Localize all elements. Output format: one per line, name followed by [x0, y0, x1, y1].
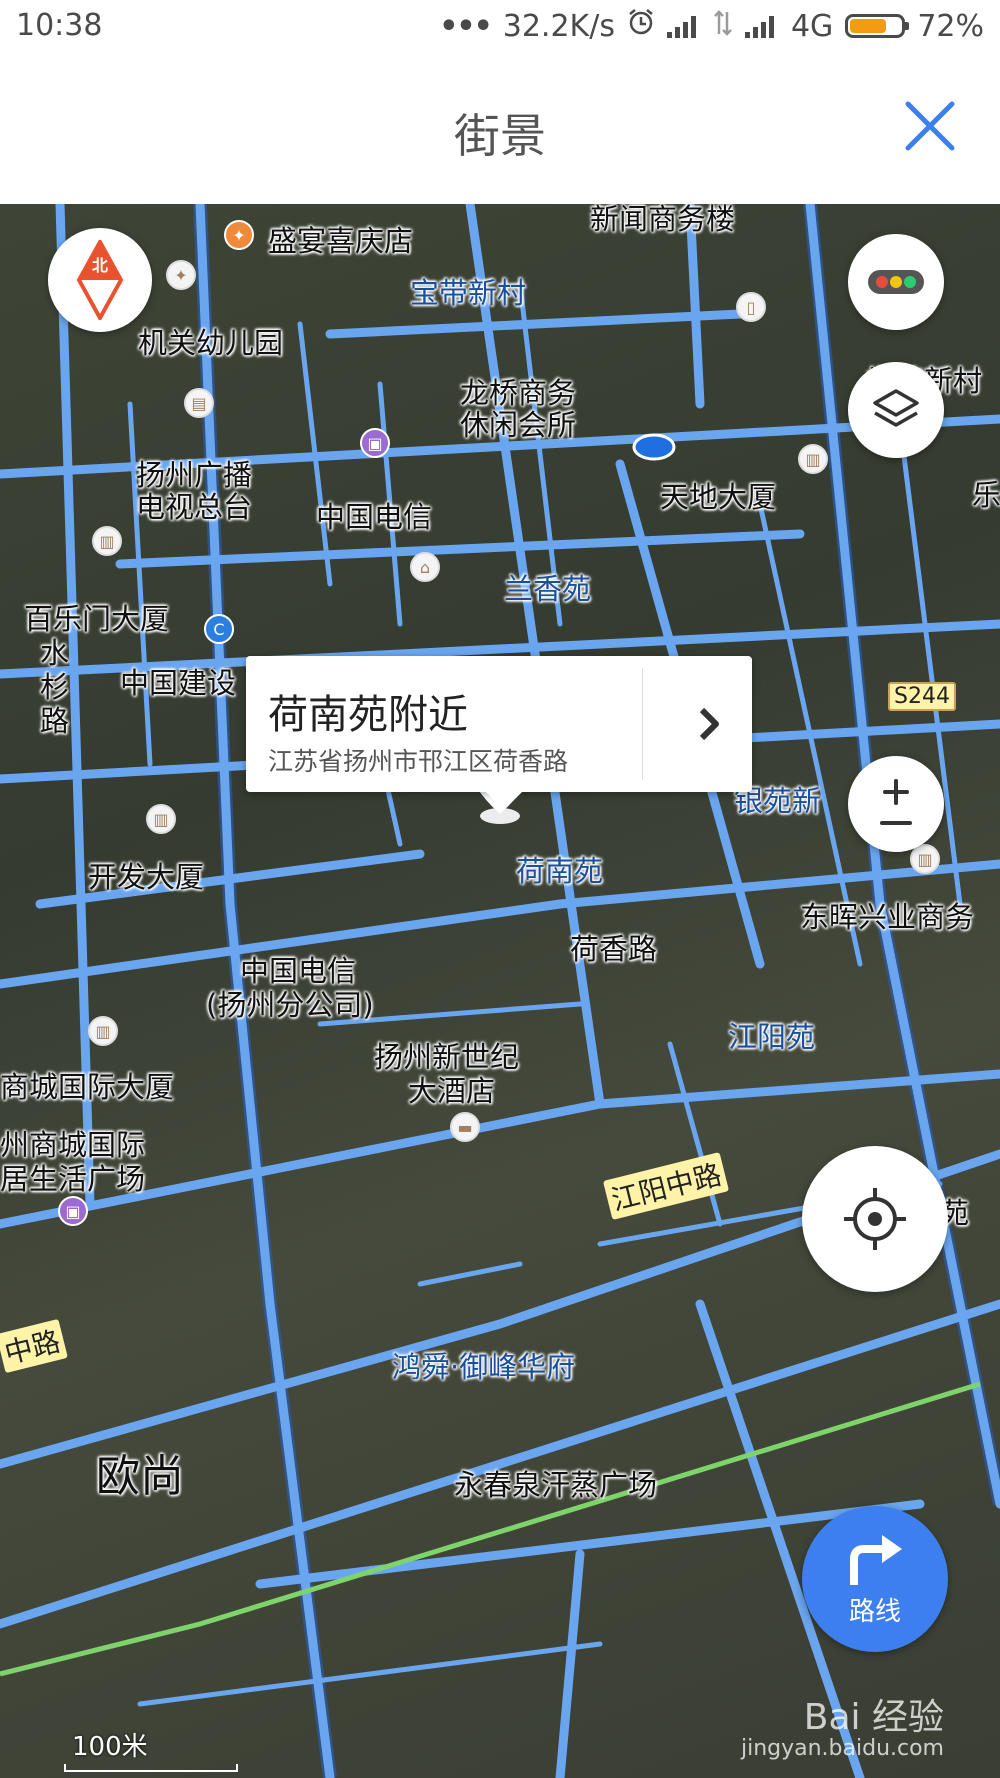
turn-right-arrow-icon — [850, 1534, 902, 1585]
map-label[interactable]: 天地大厦 — [660, 474, 776, 516]
map-label[interactable]: 开发大厦 — [88, 854, 204, 896]
building-icon[interactable]: ▥ — [910, 844, 940, 874]
place-callout[interactable]: 荷南苑附近 江苏省扬州市邗江区荷香路 — [246, 656, 752, 810]
traffic-icon — [868, 270, 924, 294]
map-label[interactable]: 居生活广场 — [0, 1156, 145, 1198]
alarm-icon — [627, 8, 655, 44]
network-type: 4G — [790, 8, 834, 44]
zoom-button[interactable] — [848, 756, 944, 852]
map-label[interactable]: 荷南苑 — [516, 848, 603, 890]
status-bar: 10:38 ••• 32.2K/s 4G 72% — [0, 0, 1000, 56]
place-title: 荷南苑附近 — [268, 692, 468, 738]
battery-icon — [845, 14, 910, 38]
scale-label: 100米 — [72, 1732, 148, 1762]
restaurant-icon[interactable]: ✦ — [224, 220, 254, 250]
compass-button[interactable]: 北 — [48, 228, 152, 332]
layers-button[interactable] — [848, 362, 944, 458]
map-label[interactable]: (扬州分公司) — [206, 982, 374, 1024]
close-icon — [905, 101, 955, 151]
baidu-watermark-url: jingyan.baidu.com — [740, 1736, 944, 1761]
map-label[interactable]: 机关幼儿园 — [138, 320, 283, 362]
zoom-icon — [880, 779, 912, 825]
close-button[interactable] — [900, 96, 960, 156]
compass-label: 北 — [91, 256, 108, 275]
data-transfer-icon — [713, 9, 733, 44]
map-label[interactable]: 中国建设 — [120, 660, 236, 702]
building-icon[interactable]: ▥ — [798, 444, 828, 474]
road-shield: S244 — [888, 682, 956, 711]
map-label[interactable]: 中国电信 — [316, 494, 432, 536]
traffic-toggle-button[interactable] — [848, 234, 944, 330]
route-button[interactable]: 路线 — [802, 1506, 948, 1652]
map-label[interactable]: 休闲会所 — [460, 402, 576, 444]
map-label[interactable]: 路 — [40, 698, 69, 740]
more-notifications-icon: ••• — [439, 8, 493, 44]
battery-level-fill — [850, 19, 887, 33]
signal-icon — [666, 14, 701, 38]
map-label[interactable]: 宝带新村 — [410, 270, 526, 312]
callout-divider — [642, 668, 643, 780]
tv-station-icon[interactable]: ▤ — [184, 388, 214, 418]
building-icon[interactable]: ▥ — [146, 804, 176, 834]
scale-bar: 100米 — [64, 1726, 238, 1772]
map-label[interactable]: 江阳苑 — [728, 1014, 815, 1056]
page-title: 街景 — [454, 109, 546, 163]
office-icon[interactable]: ▯ — [736, 292, 766, 322]
map-label[interactable]: 东晖兴业商务 — [800, 894, 974, 936]
layers-icon — [873, 389, 919, 427]
building-icon[interactable]: ▥ — [88, 1016, 118, 1046]
home-icon[interactable]: ⌂ — [410, 552, 440, 582]
map-label[interactable]: 永春泉汗蒸广场 — [454, 1462, 657, 1504]
shopping-icon[interactable]: ▣ — [360, 428, 390, 458]
locate-me-button[interactable] — [802, 1146, 948, 1292]
map-label[interactable]: 欧尚 — [96, 1440, 184, 1504]
battery-percent: 72% — [917, 8, 984, 44]
direction-indicator-icon — [632, 433, 676, 461]
bank-icon[interactable]: C — [204, 614, 234, 644]
map-label[interactable]: 商城国际大厦 — [0, 1064, 174, 1106]
map-label[interactable]: 乐 — [972, 472, 1000, 514]
map-label[interactable]: 电视总台 — [136, 484, 252, 526]
network-speed: 32.2K/s — [502, 8, 615, 44]
title-bar: 街景 — [0, 56, 1000, 205]
map-label[interactable]: 盛宴喜庆店 — [268, 218, 413, 260]
shopping-icon[interactable]: ▣ — [58, 1196, 88, 1226]
baidu-watermark: Bai 经验 — [803, 1697, 944, 1738]
map-label[interactable]: 鸿舜·御峰华府 — [392, 1344, 575, 1386]
scale-line — [64, 1764, 238, 1772]
route-label: 路线 — [848, 1596, 901, 1627]
place-address: 江苏省扬州市邗江区荷香路 — [268, 747, 569, 776]
signal-icon-2 — [744, 14, 779, 38]
status-icons: ••• 32.2K/s 4G 72% — [439, 8, 984, 44]
hotel-icon[interactable]: ▬ — [450, 1112, 480, 1142]
target-icon — [844, 1188, 906, 1250]
school-icon[interactable]: ✦ — [166, 260, 196, 290]
map-label[interactable]: 荷香路 — [570, 926, 657, 968]
map-label[interactable]: 大酒店 — [408, 1068, 495, 1110]
status-time: 10:38 — [16, 8, 103, 43]
map-label[interactable]: 兰香苑 — [504, 566, 591, 608]
map-label[interactable]: 新闻商务楼 — [590, 204, 735, 238]
building-icon[interactable]: ▥ — [92, 526, 122, 556]
chevron-right-icon[interactable] — [698, 706, 722, 742]
